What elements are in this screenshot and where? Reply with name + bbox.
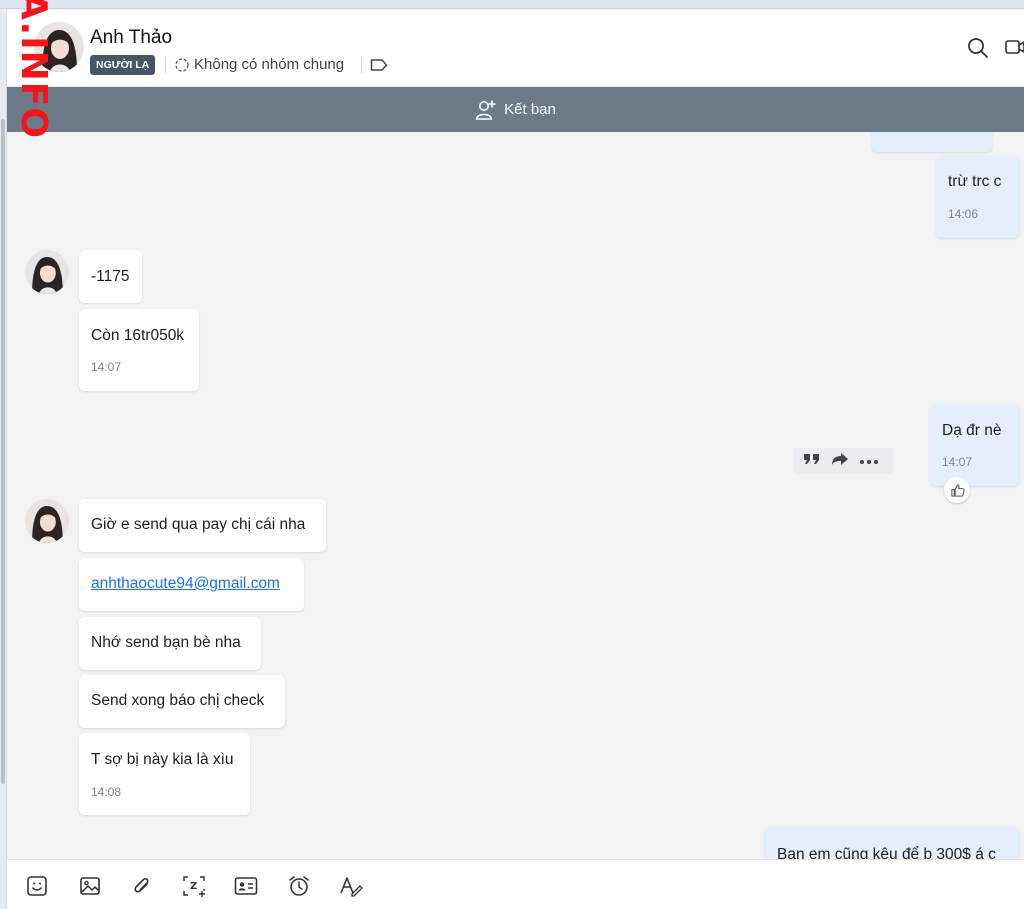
message-list[interactable]: trừ trc c 14:06 -1175 Còn 16tr050k 14:07…: [7, 132, 1024, 859]
contact-card-icon[interactable]: [234, 874, 258, 898]
watermark-text: A.INFO: [13, 0, 54, 139]
reminder-icon[interactable]: [287, 874, 311, 898]
message-bubble-mine[interactable]: Dạ đr nè 14:07: [930, 404, 1019, 486]
message-text: Ban em cũng kêu để b 300$ á c: [777, 846, 996, 859]
message-text: Dạ đr nè: [942, 422, 1002, 439]
message-text: trừ trc c: [948, 173, 1002, 190]
divider: [361, 57, 362, 73]
scrollbar-thumb[interactable]: [1, 119, 5, 784]
add-friend-bar[interactable]: Kết bạn: [7, 87, 1024, 132]
chat-header: Anh Thảo NGƯỜI LẠ Không có nhóm chung: [7, 10, 1024, 87]
contact-name: Anh Thảo: [90, 27, 173, 48]
message-text: Nhớ send bạn bè nha: [91, 634, 241, 651]
quote-icon[interactable]: [803, 452, 821, 471]
window-top-strip: [0, 0, 1024, 9]
message-text: Giờ e send qua pay chị cái nha: [91, 516, 306, 533]
forward-icon[interactable]: [831, 452, 849, 471]
message-text: T sợ bị này kia là xìu: [91, 751, 234, 768]
message-time: 14:07: [91, 360, 122, 374]
divider: [165, 57, 166, 73]
message-time: 14:08: [91, 785, 122, 799]
video-call-icon[interactable]: [1005, 39, 1024, 60]
message-time: 14:06: [948, 207, 979, 221]
add-friend-label: Kết bạn: [504, 101, 556, 118]
add-friend-icon: [475, 99, 496, 120]
sender-avatar[interactable]: [25, 250, 69, 294]
more-icon[interactable]: [859, 452, 879, 470]
text-format-icon[interactable]: [339, 874, 363, 898]
message-bubble-theirs[interactable]: -1175: [79, 250, 142, 303]
message-text: Còn 16tr050k: [91, 327, 185, 344]
screenshot-icon[interactable]: Z: [182, 874, 206, 898]
message-bubble-theirs[interactable]: Còn 16tr050k 14:07: [79, 309, 199, 391]
message-bubble-mine[interactable]: Ban em cũng kêu để b 300$ á c: [765, 827, 1019, 859]
stranger-badge: NGƯỜI LẠ: [90, 55, 156, 75]
reaction-button[interactable]: [944, 477, 970, 503]
search-icon[interactable]: [967, 37, 989, 64]
message-bubble-mine[interactable]: trừ trc c 14:06: [936, 156, 1019, 238]
message-bubble-theirs[interactable]: T sợ bị này kia là xìu 14:08: [79, 733, 250, 815]
message-bubble-theirs[interactable]: Send xong báo chị check: [79, 675, 285, 728]
mutual-groups-label: Không có nhóm chung: [194, 56, 345, 73]
group-icon: [175, 57, 189, 72]
left-scroll-rail[interactable]: [0, 9, 7, 909]
composer-toolbar: Z: [7, 859, 1024, 909]
message-bubble-clipped[interactable]: [872, 132, 992, 152]
image-icon[interactable]: [78, 874, 102, 898]
message-text: Send xong báo chị check: [91, 692, 265, 709]
message-text: -1175: [91, 268, 130, 285]
message-time: 14:07: [942, 455, 973, 469]
svg-text:Z: Z: [190, 881, 197, 892]
tag-icon[interactable]: [370, 58, 388, 77]
mutual-groups[interactable]: Không có nhóm chung: [174, 56, 344, 73]
sender-avatar[interactable]: [25, 499, 69, 543]
sticker-icon[interactable]: [25, 874, 49, 898]
watermark: A.INFO: [10, 0, 54, 139]
attachment-icon[interactable]: [130, 874, 154, 898]
message-action-bar: [793, 448, 893, 474]
email-link[interactable]: anhthaocute94@gmail.com: [91, 575, 280, 593]
thumbs-up-icon: [950, 483, 964, 497]
message-bubble-theirs[interactable]: anhthaocute94@gmail.com: [79, 558, 304, 611]
message-bubble-theirs[interactable]: Nhớ send bạn bè nha: [79, 617, 261, 670]
message-bubble-theirs[interactable]: Giờ e send qua pay chị cái nha: [79, 499, 326, 552]
